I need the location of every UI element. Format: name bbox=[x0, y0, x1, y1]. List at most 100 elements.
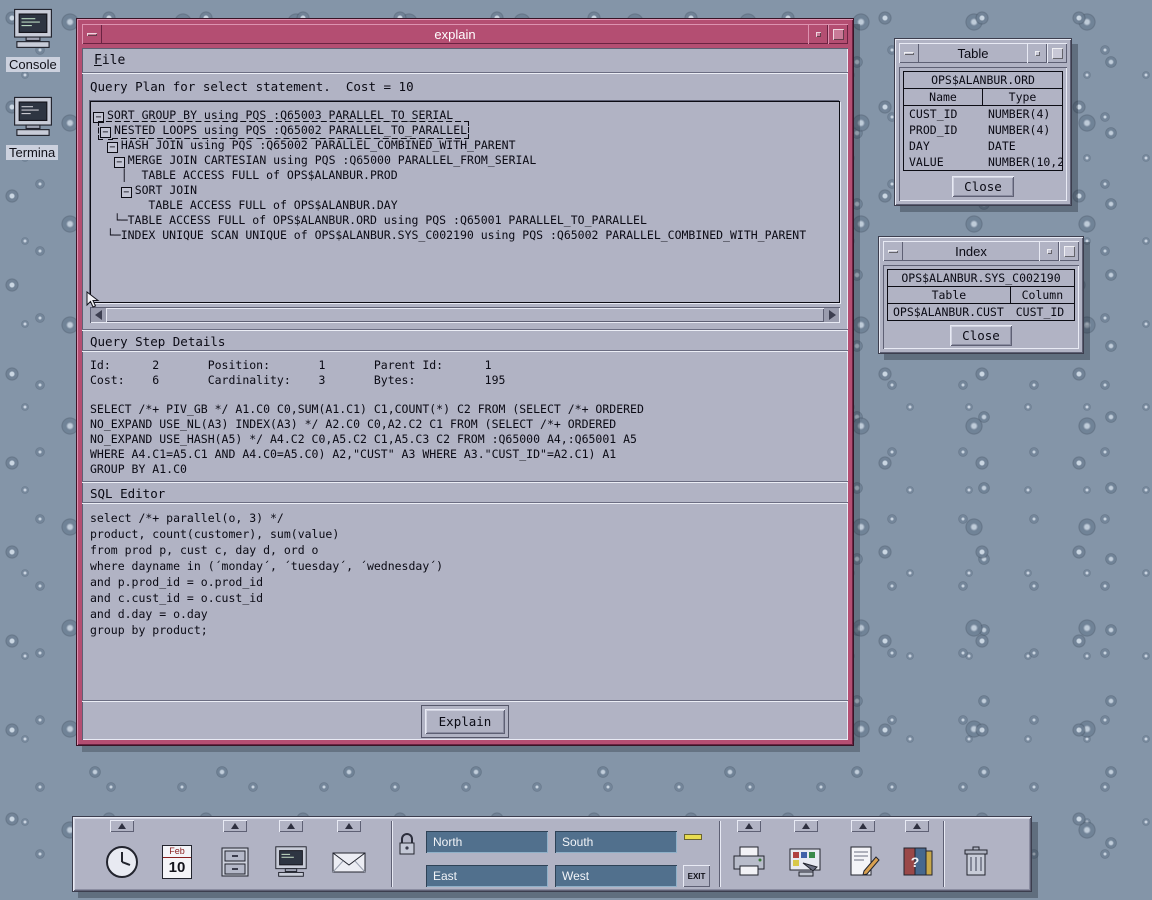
close-button[interactable]: Close bbox=[952, 176, 1014, 197]
explain-titlebar[interactable]: explain bbox=[82, 24, 848, 44]
table-row[interactable]: VALUENUMBER(10,2) bbox=[904, 154, 1062, 170]
minimize-icon bbox=[1047, 249, 1052, 254]
scroll-right-icon bbox=[829, 310, 836, 320]
tree-node[interactable]: └─TABLE ACCESS FULL of OPS$ALANBUR.ORD u… bbox=[93, 213, 837, 228]
workspace-button-north[interactable]: North bbox=[426, 831, 548, 853]
panel-mail[interactable] bbox=[325, 835, 373, 889]
desktop-icon-terminal[interactable]: Termina bbox=[6, 94, 68, 164]
subpanel-arrow-editor[interactable] bbox=[851, 820, 875, 832]
tree-expander-icon[interactable]: − bbox=[114, 157, 125, 168]
sql-editor[interactable]: select /*+ parallel(o, 3) */ product, co… bbox=[82, 504, 848, 700]
tree-expander-icon[interactable]: − bbox=[93, 112, 104, 123]
panel-printer[interactable] bbox=[725, 835, 773, 889]
scrollbar-thumb[interactable] bbox=[106, 308, 824, 322]
minimize-button[interactable] bbox=[1039, 241, 1059, 261]
subpanel-arrow-terminal[interactable] bbox=[279, 820, 303, 832]
panel-text-editor[interactable] bbox=[839, 835, 887, 889]
tree-node[interactable]: │ TABLE ACCESS FULL of OPS$ALANBUR.PROD bbox=[93, 168, 837, 183]
table-caption: OPS$ALANBUR.ORD bbox=[904, 72, 1062, 89]
menu-file[interactable]: File bbox=[86, 51, 133, 70]
up-arrow-icon bbox=[287, 823, 295, 829]
step-stats: Id: 2 Position: 1 Parent Id: 1 Cost: 6 C… bbox=[90, 358, 840, 388]
table-row[interactable]: PROD_IDNUMBER(4) bbox=[904, 122, 1062, 138]
calendar-day: 10 bbox=[163, 858, 191, 878]
tree-node[interactable]: TABLE ACCESS FULL of OPS$ALANBUR.DAY bbox=[93, 198, 837, 213]
subpanel-arrow-printer[interactable] bbox=[737, 820, 761, 832]
lock-icon bbox=[397, 831, 417, 857]
panel-calendar[interactable]: Feb 10 bbox=[153, 835, 201, 889]
explain-button[interactable]: Explain bbox=[425, 709, 506, 734]
tree-connector: └─ bbox=[93, 213, 128, 227]
table-row[interactable]: CUST_IDNUMBER(4) bbox=[904, 106, 1062, 122]
maximize-button[interactable] bbox=[1047, 43, 1067, 63]
window-title: Index bbox=[903, 241, 1039, 261]
minimize-icon bbox=[1035, 51, 1040, 56]
table-columns-grid: OPS$ALANBUR.ORD Name Type CUST_IDNUMBER(… bbox=[903, 71, 1063, 171]
tree-node-label: MERGE JOIN CARTESIAN using PQS :Q65000 P… bbox=[128, 153, 537, 167]
workspace-button-east[interactable]: East bbox=[426, 865, 548, 887]
index-header-row: Table Column bbox=[888, 287, 1074, 304]
sql-editor-text[interactable]: select /*+ parallel(o, 3) */ product, co… bbox=[90, 510, 840, 638]
help-question-glyph: ? bbox=[911, 854, 920, 870]
maximize-button[interactable] bbox=[1059, 241, 1079, 261]
subpanel-arrow-help[interactable] bbox=[905, 820, 929, 832]
table-row[interactable]: DAYDATE bbox=[904, 138, 1062, 154]
index-window: Index OPS$ALANBUR.SYS_C002190 Table Colu… bbox=[878, 236, 1084, 354]
tree-node[interactable]: −SORT GROUP BY using PQS :Q65003 PARALLE… bbox=[93, 108, 837, 123]
busy-light bbox=[684, 834, 702, 840]
exit-button[interactable]: EXIT bbox=[683, 865, 710, 887]
tree-expander-icon[interactable]: − bbox=[100, 127, 111, 138]
terminal-icon bbox=[272, 843, 310, 881]
up-arrow-icon bbox=[802, 823, 810, 829]
panel-style-manager[interactable] bbox=[782, 835, 830, 889]
explain-window: explain File Query Plan for select state… bbox=[76, 18, 854, 746]
panel-file-manager[interactable] bbox=[211, 835, 259, 889]
minimize-button[interactable] bbox=[1027, 43, 1047, 63]
table-client-area: OPS$ALANBUR.ORD Name Type CUST_IDNUMBER(… bbox=[899, 67, 1067, 201]
up-arrow-icon bbox=[231, 823, 239, 829]
minimize-icon bbox=[816, 32, 821, 37]
tree-node-selected[interactable]: −NESTED LOOPS using PQS :Q65002 PARALLEL… bbox=[93, 123, 837, 138]
tree-node[interactable]: −MERGE JOIN CARTESIAN using PQS :Q65000 … bbox=[93, 153, 837, 168]
mouse-cursor bbox=[86, 291, 101, 308]
subpanel-arrow-files[interactable] bbox=[223, 820, 247, 832]
tree-expander-icon[interactable]: − bbox=[121, 187, 132, 198]
subpanel-arrow-mail[interactable] bbox=[337, 820, 361, 832]
scroll-right-button[interactable] bbox=[824, 307, 840, 323]
tree-node[interactable]: −HASH JOIN using PQS :Q65002 PARALLEL_CO… bbox=[93, 138, 837, 153]
panel-help[interactable]: ? bbox=[893, 835, 941, 889]
index-titlebar[interactable]: Index bbox=[883, 241, 1079, 261]
desktop-icon-console[interactable]: Console bbox=[6, 6, 68, 76]
window-menu-button[interactable] bbox=[899, 43, 919, 63]
panel-clock[interactable] bbox=[98, 835, 146, 889]
minimize-button[interactable] bbox=[808, 24, 828, 44]
close-button[interactable]: Close bbox=[950, 325, 1012, 346]
subpanel-arrow-style[interactable] bbox=[794, 820, 818, 832]
index-row[interactable]: OPS$ALANBUR.CUSTCUST_ID bbox=[888, 304, 1074, 320]
table-window: Table OPS$ALANBUR.ORD Name Type CUST_IDN… bbox=[894, 38, 1072, 206]
query-plan-header: Query Plan for select statement. Cost = … bbox=[82, 74, 848, 97]
table-titlebar[interactable]: Table bbox=[899, 43, 1067, 63]
tree-connector: └─ bbox=[93, 228, 121, 242]
panel-trash[interactable] bbox=[952, 835, 1000, 889]
up-arrow-icon bbox=[913, 823, 921, 829]
window-menu-button[interactable] bbox=[82, 24, 102, 44]
scroll-left-button[interactable] bbox=[90, 307, 106, 323]
subpanel-arrow-clock[interactable] bbox=[110, 820, 134, 832]
horizontal-scrollbar[interactable] bbox=[90, 307, 840, 323]
file-drawer-icon bbox=[216, 843, 254, 881]
query-plan-tree[interactable]: −SORT GROUP BY using PQS :Q65003 PARALLE… bbox=[90, 101, 840, 303]
panel-lock[interactable] bbox=[397, 831, 419, 857]
tree-connector bbox=[93, 198, 148, 212]
tree-node-label: INDEX UNIQUE SCAN UNIQUE of OPS$ALANBUR.… bbox=[121, 228, 806, 242]
workspace-button-west[interactable]: West bbox=[555, 865, 677, 887]
tree-node-label: TABLE ACCESS FULL of OPS$ALANBUR.DAY bbox=[148, 198, 397, 212]
maximize-button[interactable] bbox=[828, 24, 848, 44]
workspace-button-south[interactable]: South bbox=[555, 831, 677, 853]
tree-node[interactable]: └─INDEX UNIQUE SCAN UNIQUE of OPS$ALANBU… bbox=[93, 228, 837, 243]
window-menu-button[interactable] bbox=[883, 241, 903, 261]
column-header: Table bbox=[888, 287, 1011, 303]
tree-node[interactable]: −SORT JOIN bbox=[93, 183, 837, 198]
tree-expander-icon[interactable]: − bbox=[107, 142, 118, 153]
panel-terminal[interactable] bbox=[267, 835, 315, 889]
